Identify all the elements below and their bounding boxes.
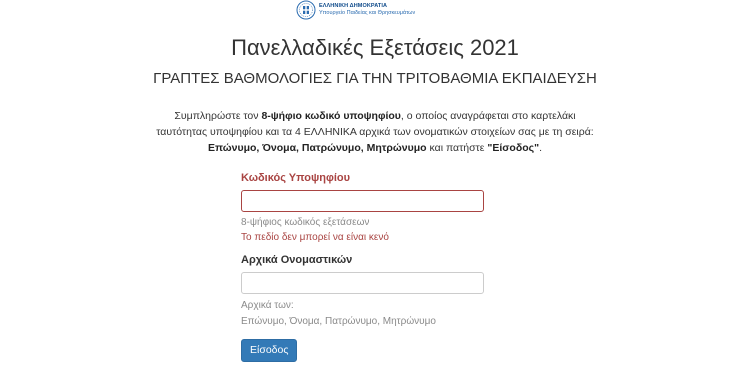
page-subtitle: ΓΡΑΠΤΕΣ ΒΑΘΜΟΛΟΓΙΕΣ ΓΙΑ ΤΗΝ ΤΡΙΤΟΒΑΘΜΙΑ … bbox=[153, 70, 597, 87]
instructions: Συμπληρώστε τον 8-ψήφιο κωδικό υποψηφίου… bbox=[0, 108, 750, 156]
candidate-code-label: Κωδικός Υποψηφίου bbox=[241, 172, 351, 184]
page: ΕΛΛΗΝΙΚΗ ΔΗΜΟΚΡΑΤΙΑ Υπουργείο Παιδείας κ… bbox=[0, 0, 750, 375]
greek-emblem-icon bbox=[296, 0, 316, 20]
instructions-order-emphasis: Επώνυμο, Όνομα, Πατρώνυμο, Μητρώνυμο bbox=[208, 142, 427, 154]
instructions-line-2: ταυτότητας υποψηφίου και τα 4 ΕΛΛΗΝΙΚΑ α… bbox=[156, 126, 594, 138]
initials-input[interactable] bbox=[241, 272, 484, 294]
initials-label: Αρχικά Ονομαστικών bbox=[241, 254, 353, 266]
candidate-code-error: Το πεδίο δεν μπορεί να είναι κενό bbox=[241, 232, 389, 243]
candidate-code-help: 8-ψήφιος κωδικός εξετάσεων bbox=[241, 217, 370, 228]
page-title: Πανελλαδικές Εξετάσεις 2021 bbox=[231, 35, 519, 60]
candidate-code-input[interactable] bbox=[241, 190, 484, 212]
instructions-line-3: Επώνυμο, Όνομα, Πατρώνυμο, Μητρώνυμο και… bbox=[208, 142, 542, 154]
instructions-code-emphasis: 8-ψήφιο κωδικό υποψηφίου bbox=[261, 110, 401, 122]
instructions-button-emphasis: "Είσοδος" bbox=[487, 142, 540, 154]
instructions-line-1: Συμπληρώστε τον 8-ψήφιο κωδικό υποψηφίου… bbox=[174, 110, 576, 122]
logo-subtitle: Υπουργείο Παιδείας και Θρησκευμάτων bbox=[319, 10, 416, 16]
login-form: Κωδικός Υποψηφίου 8-ψήφιος κωδικός εξετά… bbox=[241, 172, 491, 362]
initials-help-line-1: Αρχικά των: bbox=[241, 300, 294, 311]
ministry-logo: ΕΛΛΗΝΙΚΗ ΔΗΜΟΚΡΑΤΙΑ Υπουργείο Παιδείας κ… bbox=[296, 0, 415, 20]
initials-help-line-2: Επώνυμο, Όνομα, Πατρώνυμο, Μητρώνυμο bbox=[241, 316, 436, 327]
logo-title: ΕΛΛΗΝΙΚΗ ΔΗΜΟΚΡΑΤΙΑ bbox=[319, 2, 388, 9]
submit-button[interactable]: Είσοδος bbox=[241, 339, 298, 362]
